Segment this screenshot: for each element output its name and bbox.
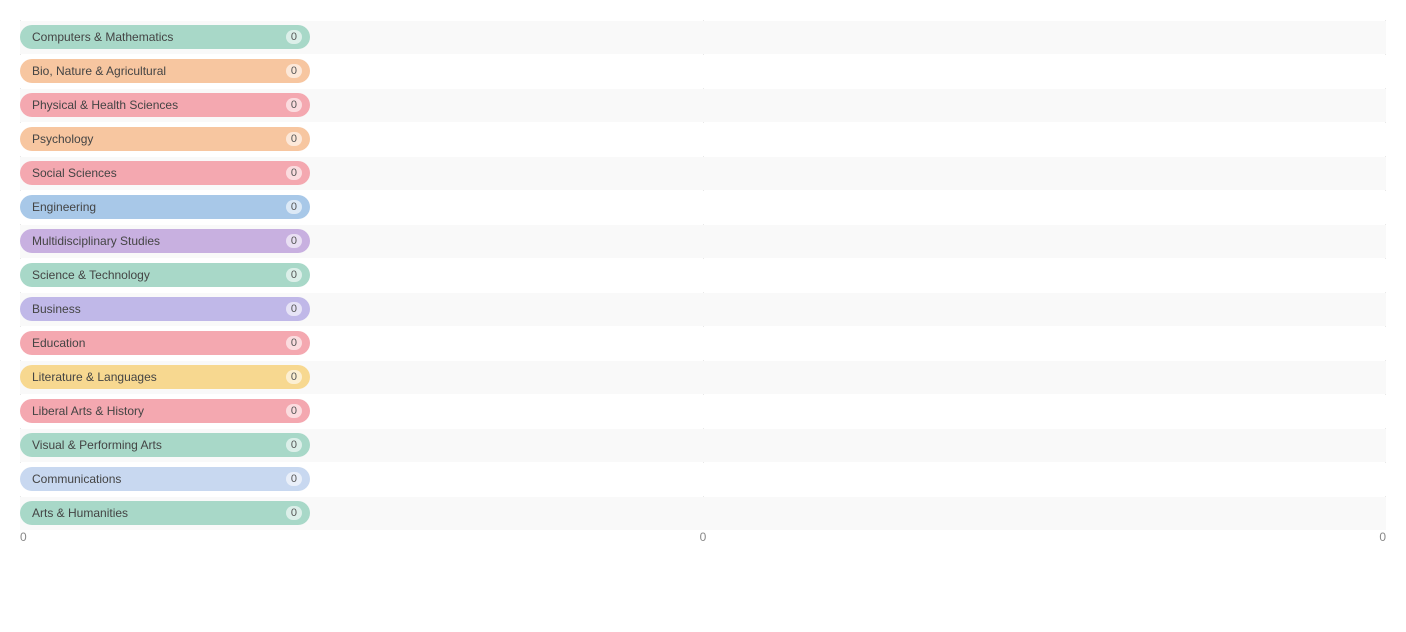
bar-row: Engineering 0 (20, 191, 1386, 224)
bar-row: Communications 0 (20, 463, 1386, 496)
bar-pill: Engineering 0 (20, 195, 310, 219)
bar-pill: Business 0 (20, 297, 310, 321)
bar-wrapper: Science & Technology 0 (20, 260, 1386, 290)
rows-container: Computers & Mathematics0Bio, Nature & Ag… (20, 20, 1386, 560)
bar-pill: Visual & Performing Arts 0 (20, 433, 310, 457)
bar-wrapper: Business 0 (20, 294, 1386, 324)
x-label-2: 0 (700, 530, 707, 560)
bar-label: Bio, Nature & Agricultural (32, 64, 166, 78)
x-label-3: 0 (1379, 530, 1386, 560)
bar-row: Arts & Humanities 0 (20, 497, 1386, 530)
bar-row: Psychology 0 (20, 123, 1386, 156)
chart-area: Computers & Mathematics0Bio, Nature & Ag… (20, 20, 1386, 560)
bar-label: Literature & Languages (32, 370, 157, 384)
x-axis: 0 0 0 (20, 530, 1386, 560)
bar-pill: Bio, Nature & Agricultural 0 (20, 59, 310, 83)
bar-label: Science & Technology (32, 268, 150, 282)
bar-label: Engineering (32, 200, 96, 214)
bar-pill: Computers & Mathematics 0 (20, 25, 310, 49)
bar-wrapper: Bio, Nature & Agricultural 0 (20, 56, 1386, 86)
bar-wrapper: Literature & Languages 0 (20, 362, 1386, 392)
bar-value: 0 (286, 268, 302, 282)
chart-container: Computers & Mathematics0Bio, Nature & Ag… (0, 0, 1406, 632)
bar-row: Science & Technology 0 (20, 259, 1386, 292)
bar-row: Liberal Arts & History 0 (20, 395, 1386, 428)
bar-wrapper: Arts & Humanities 0 (20, 498, 1386, 528)
bar-label: Visual & Performing Arts (32, 438, 162, 452)
bar-row: Social Sciences 0 (20, 157, 1386, 190)
bar-label: Psychology (32, 132, 93, 146)
bar-value: 0 (286, 132, 302, 146)
bar-value: 0 (286, 64, 302, 78)
bar-row: Business 0 (20, 293, 1386, 326)
bar-value: 0 (286, 506, 302, 520)
bar-pill: Liberal Arts & History 0 (20, 399, 310, 423)
bar-label: Education (32, 336, 85, 350)
bar-value: 0 (286, 98, 302, 112)
bar-label: Multidisciplinary Studies (32, 234, 160, 248)
bar-label: Liberal Arts & History (32, 404, 144, 418)
bar-pill: Multidisciplinary Studies 0 (20, 229, 310, 253)
bar-value: 0 (286, 200, 302, 214)
bar-wrapper: Social Sciences 0 (20, 158, 1386, 188)
bar-wrapper: Multidisciplinary Studies 0 (20, 226, 1386, 256)
bar-wrapper: Education 0 (20, 328, 1386, 358)
bar-row: Literature & Languages 0 (20, 361, 1386, 394)
bar-pill: Communications 0 (20, 467, 310, 491)
bar-wrapper: Engineering 0 (20, 192, 1386, 222)
bar-value: 0 (286, 438, 302, 452)
bar-row: Multidisciplinary Studies 0 (20, 225, 1386, 258)
bar-wrapper: Visual & Performing Arts 0 (20, 430, 1386, 460)
bar-label: Social Sciences (32, 166, 117, 180)
bar-pill: Literature & Languages 0 (20, 365, 310, 389)
bar-wrapper: Computers & Mathematics 0 (20, 22, 1386, 52)
bar-label: Communications (32, 472, 121, 486)
bar-pill: Science & Technology 0 (20, 263, 310, 287)
bar-label: Arts & Humanities (32, 506, 128, 520)
bar-pill: Education 0 (20, 331, 310, 355)
bar-value: 0 (286, 166, 302, 180)
bar-value: 0 (286, 234, 302, 248)
bar-wrapper: Psychology 0 (20, 124, 1386, 154)
bar-value: 0 (286, 472, 302, 486)
bar-row: Physical & Health Sciences 0 (20, 89, 1386, 122)
bars-section: Computers & Mathematics0Bio, Nature & Ag… (20, 20, 1386, 560)
bar-value: 0 (286, 302, 302, 316)
bar-value: 0 (286, 404, 302, 418)
bar-pill: Arts & Humanities 0 (20, 501, 310, 525)
bar-row: Bio, Nature & Agricultural 0 (20, 55, 1386, 88)
bar-label: Computers & Mathematics (32, 30, 173, 44)
bar-pill: Physical & Health Sciences 0 (20, 93, 310, 117)
bar-label: Physical & Health Sciences (32, 98, 178, 112)
bar-label: Business (32, 302, 81, 316)
bar-value: 0 (286, 370, 302, 384)
bar-pill: Social Sciences 0 (20, 161, 310, 185)
bar-value: 0 (286, 30, 302, 44)
bar-row: Visual & Performing Arts 0 (20, 429, 1386, 462)
bar-wrapper: Communications 0 (20, 464, 1386, 494)
x-label-1: 0 (20, 530, 27, 560)
bar-wrapper: Physical & Health Sciences 0 (20, 90, 1386, 120)
bar-pill: Psychology 0 (20, 127, 310, 151)
bar-wrapper: Liberal Arts & History 0 (20, 396, 1386, 426)
bar-row: Computers & Mathematics 0 (20, 21, 1386, 54)
bar-value: 0 (286, 336, 302, 350)
bar-row: Education 0 (20, 327, 1386, 360)
